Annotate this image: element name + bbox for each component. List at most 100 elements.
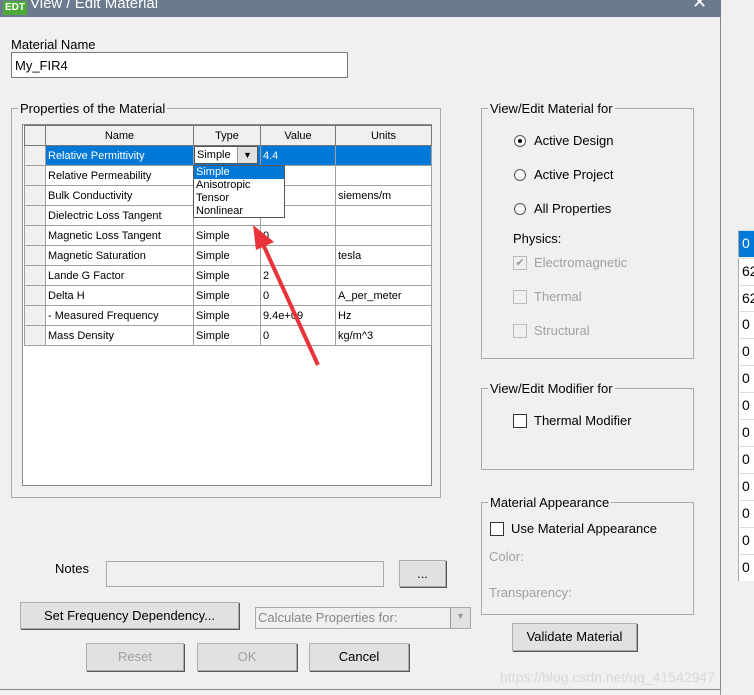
background-value-cell: 0 [738,500,754,527]
cell-units[interactable]: Hz [335,305,432,326]
cell-name[interactable]: Relative Permittivity [45,145,194,166]
color-label: Color: [489,549,524,564]
table-row[interactable]: Magnetic Loss Tangent Simple 0 [24,225,432,246]
row-header[interactable] [24,305,46,326]
material-name-label: Material Name [11,37,96,52]
background-value-cell: 0 [738,365,754,392]
background-value-cell: 62 [738,285,754,312]
cell-units[interactable] [335,205,432,226]
radio-all-properties-label[interactable]: All Properties [534,201,611,216]
cell-name[interactable]: Magnetic Loss Tangent [45,225,194,246]
radio-active-project[interactable] [514,169,526,181]
cell-units[interactable] [335,265,432,286]
cell-name[interactable]: Delta H [45,285,194,306]
cell-name[interactable]: Magnetic Saturation [45,245,194,266]
cell-units[interactable]: tesla [335,245,432,266]
cell-units[interactable]: A_per_meter [335,285,432,306]
view-edit-material-dialog: EDT View / Edit Material ✕ Material Name… [0,0,721,690]
row-header[interactable] [24,145,46,166]
cancel-button[interactable]: Cancel [309,643,409,671]
cell-units[interactable]: siemens/m [335,185,432,206]
background-value-cell: 62 [738,258,754,285]
row-header[interactable] [24,165,46,186]
radio-active-design[interactable] [514,135,526,147]
background-value-cell: 0 [738,419,754,446]
background-value-cell: 0 [738,392,754,419]
cell-value[interactable]: 4.4 [260,145,336,166]
row-header[interactable] [24,265,46,286]
use-appearance-label[interactable]: Use Material Appearance [511,521,657,536]
table-row[interactable]: Magnetic Saturation Simple tesla [24,245,432,266]
watermark: https://blog.csdn.net/qq_41542947 [500,669,715,685]
annotation-arrow [253,225,320,366]
calculate-properties-combo[interactable]: Calculate Properties for: ▼ [255,607,471,629]
ok-button[interactable]: OK [197,643,297,671]
type-dropdown-list: Simple Anisotropic Tensor Nonlinear [193,165,285,218]
cell-units[interactable] [335,225,432,246]
cell-name[interactable]: Relative Permeability [45,165,194,186]
cell-name[interactable]: Dielectric Loss Tangent [45,205,194,226]
notes-label: Notes [55,561,89,576]
use-appearance-checkbox[interactable] [490,522,504,536]
cell-units[interactable] [335,145,432,166]
thermal-modifier-checkbox[interactable] [513,414,527,428]
notes-input[interactable] [106,561,384,587]
cell-name[interactable]: Mass Density [45,325,194,346]
type-combo-value: Simple [197,149,231,161]
column-header-type[interactable]: Type [193,125,261,146]
column-header-name[interactable]: Name [45,125,194,146]
electromagnetic-checkbox[interactable]: ✔ [513,256,527,270]
thermal-modifier-label[interactable]: Thermal Modifier [534,413,632,428]
background-value-cell: 0 [738,554,754,581]
structural-checkbox[interactable] [513,324,527,338]
chevron-down-icon[interactable]: ▼ [450,608,470,628]
chevron-down-icon[interactable]: ▼ [237,147,257,163]
app-icon: EDT [3,1,27,15]
background-value-cell: 0 [738,230,754,257]
row-header[interactable] [24,185,46,206]
calculate-properties-placeholder: Calculate Properties for: [258,610,398,625]
row-header[interactable] [24,205,46,226]
dropdown-option-anisotropic[interactable]: Anisotropic [194,179,284,192]
radio-active-design-label[interactable]: Active Design [534,133,613,148]
close-icon[interactable]: ✕ [692,0,707,13]
table-row[interactable]: Delta H Simple 0 A_per_meter [24,285,432,306]
radio-active-project-label[interactable]: Active Project [534,167,613,182]
dropdown-option-tensor[interactable]: Tensor [194,192,284,205]
cell-units[interactable]: kg/m^3 [335,325,432,346]
table-row[interactable]: Mass Density Simple 0 kg/m^3 [24,325,432,346]
cell-units[interactable] [335,165,432,186]
cell-name[interactable]: - Measured Frequency [45,305,194,326]
row-header[interactable] [24,285,46,306]
column-header-units[interactable]: Units [335,125,432,146]
background-value-cell: 0 [738,527,754,554]
set-frequency-dependency-button[interactable]: Set Frequency Dependency... [20,602,239,629]
appearance-legend: Material Appearance [490,495,610,510]
validate-material-button[interactable]: Validate Material [512,623,637,651]
table-row[interactable]: - Measured Frequency Simple 9.4e+09 Hz [24,305,432,326]
corner-header [24,125,46,146]
dropdown-option-simple[interactable]: Simple [194,166,284,179]
reset-button[interactable]: Reset [86,643,184,671]
type-combo[interactable]: Simple ▼ [194,146,258,164]
modifier-legend: View/Edit Modifier for [490,381,613,396]
cell-name[interactable]: Lande G Factor [45,265,194,286]
material-name-input[interactable] [11,52,348,78]
table-row[interactable]: Lande G Factor Simple 2 [24,265,432,286]
column-header-value[interactable]: Value [260,125,336,146]
row-header[interactable] [24,245,46,266]
cell-name[interactable]: Bulk Conductivity [45,185,194,206]
background-value-cell: 0 [738,338,754,365]
notes-browse-button[interactable]: ... [399,560,446,587]
title-bar[interactable]: EDT View / Edit Material ✕ [0,0,721,17]
structural-label: Structural [534,323,590,338]
background-value-cell: 0 [738,311,754,338]
row-header[interactable] [24,325,46,346]
radio-all-properties[interactable] [514,203,526,215]
row-header[interactable] [24,225,46,246]
physics-label: Physics: [513,231,562,246]
thermal-checkbox[interactable] [513,290,527,304]
window-title: View / Edit Material [30,0,159,12]
thermal-label: Thermal [534,289,582,304]
dropdown-option-nonlinear[interactable]: Nonlinear [194,205,284,218]
